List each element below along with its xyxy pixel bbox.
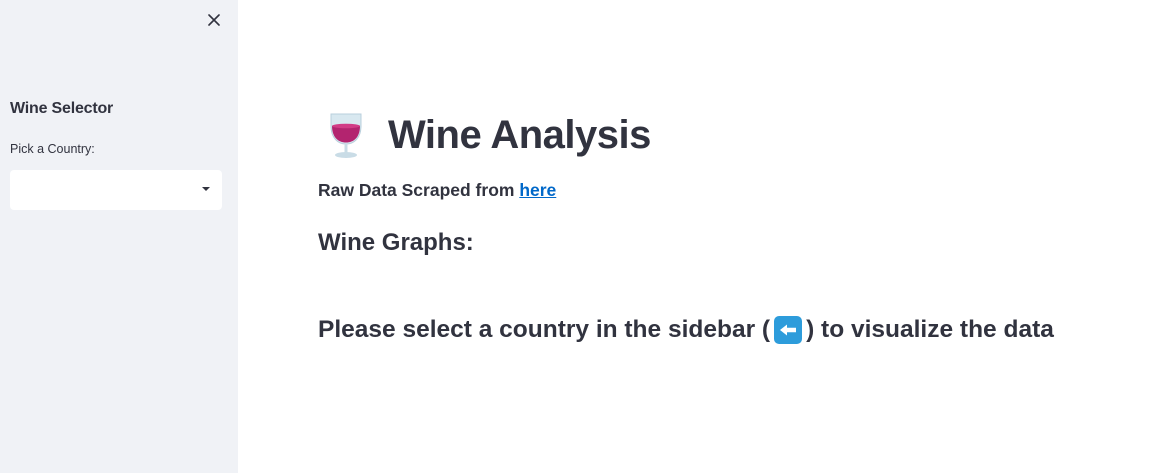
wine-glass-icon: [330, 113, 362, 158]
sidebar: Wine Selector Pick a Country:: [0, 0, 238, 473]
source-line: Raw Data Scraped from here: [318, 180, 556, 201]
country-select[interactable]: [10, 170, 222, 210]
graphs-heading: Wine Graphs:: [318, 229, 474, 256]
close-sidebar-button[interactable]: [204, 10, 224, 30]
page-title: Wine Analysis: [388, 112, 651, 157]
main-content: Wine Analysis Raw Data Scraped from here…: [238, 0, 1165, 473]
instruction-after: ) to visualize the data: [806, 316, 1054, 343]
country-select-label: Pick a Country:: [10, 142, 95, 156]
app-window: Wine Selector Pick a Country: Wine Analy…: [0, 0, 1165, 473]
instruction-text: Please select a country in the sidebar (…: [318, 316, 1054, 344]
left-arrow-icon: [774, 316, 803, 344]
chevron-down-icon: [202, 187, 210, 191]
title-row: Wine Analysis: [326, 110, 651, 160]
sidebar-heading: Wine Selector: [10, 100, 114, 117]
instruction-before: Please select a country in the sidebar (: [318, 316, 771, 343]
close-icon: [208, 14, 220, 26]
source-prefix-text: Raw Data Scraped from: [318, 180, 520, 200]
source-link[interactable]: here: [519, 180, 556, 200]
